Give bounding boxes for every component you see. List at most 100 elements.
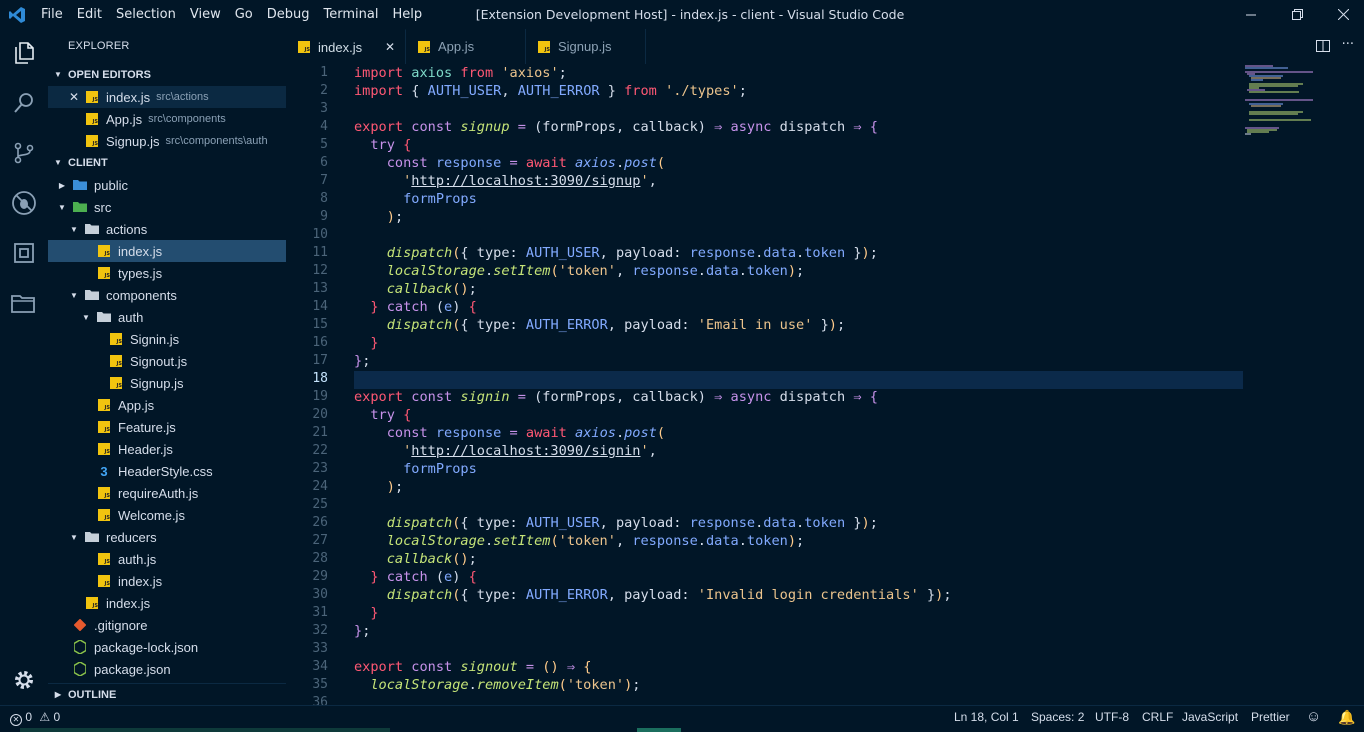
tree-file[interactable]: index.js (48, 592, 286, 614)
code-editor[interactable]: 1 2 3 4 5 6 7 8 9 10 11 12 13 14 15 16 17 18 19 20 21 22 23 24 2… (286, 64, 1364, 705)
open-editor-path: src\actions (156, 91, 209, 103)
tree-file[interactable]: Signup.js (48, 372, 286, 394)
tree-file[interactable]: types.js (48, 262, 286, 284)
menu-go[interactable]: Go (228, 0, 260, 29)
gear-icon (15, 671, 33, 689)
line-ending[interactable]: CRLF (1142, 706, 1173, 728)
search-icon (14, 93, 33, 113)
tree-file[interactable]: 3 HeaderStyle.css (48, 460, 286, 482)
extensions-activity[interactable] (0, 229, 48, 277)
source-control-activity[interactable] (0, 129, 48, 177)
tree-file[interactable]: .gitignore (48, 614, 286, 636)
open-editors-section[interactable]: ▼ OPEN EDITORS (48, 64, 286, 86)
tree-file[interactable]: App.js (48, 394, 286, 416)
vertical-scrollbar[interactable] (1354, 64, 1364, 705)
code-line: export const signout = () ⇒ { (354, 659, 592, 675)
search-activity[interactable] (0, 79, 48, 127)
code-line: formProps (403, 461, 477, 477)
minimize-icon (1246, 14, 1256, 15)
line-number: 18 (312, 371, 328, 386)
js-file-icon (108, 375, 124, 391)
feedback-smiley-icon[interactable]: ☺ (1306, 706, 1321, 728)
settings-activity[interactable] (0, 656, 48, 704)
tree-file[interactable]: package-lock.json (48, 636, 286, 658)
line-number: 7 (320, 173, 328, 188)
tree-file[interactable]: package.json (48, 658, 286, 680)
tab-signup-js[interactable]: Signup.js (526, 29, 646, 64)
tab-label: Signup.js (558, 39, 612, 54)
tree-item-label: auth.js (118, 551, 157, 567)
code-line: try { (370, 407, 412, 423)
problems-indicator[interactable]: ✕ 0 ⚠ 0 (10, 706, 60, 728)
open-editor-item[interactable]: Signup.js src\components\auth (48, 130, 286, 152)
tree-file[interactable]: Signout.js (48, 350, 286, 372)
menu-terminal[interactable]: Terminal (317, 0, 386, 29)
js-file-icon (96, 419, 112, 435)
minimap[interactable] (1243, 64, 1343, 164)
open-editor-name: App.js (106, 111, 143, 127)
open-editor-name: Signup.js (106, 133, 160, 149)
editor-tabs: index.js ✕ App.js Signup.js ··· (286, 29, 1364, 64)
tree-file[interactable]: index.js (48, 570, 286, 592)
menu-selection[interactable]: Selection (109, 0, 183, 29)
tree-file[interactable]: Header.js (48, 438, 286, 460)
tree-file[interactable]: Signin.js (48, 328, 286, 350)
js-file-icon (96, 551, 112, 567)
line-number: 26 (312, 515, 328, 530)
menu-view[interactable]: View (183, 0, 228, 29)
encoding[interactable]: UTF-8 (1095, 706, 1129, 728)
open-editor-item[interactable]: ✕ index.js src\actions (48, 86, 286, 108)
tree-item-label: public (94, 177, 128, 193)
tab-index-js[interactable]: index.js ✕ (286, 29, 406, 64)
tree-file[interactable]: auth.js (48, 548, 286, 570)
debug-activity[interactable] (0, 179, 48, 227)
tree-item-label: auth (118, 309, 144, 325)
tree-item-label: requireAuth.js (118, 485, 199, 501)
tree-folder[interactable]: ▼ auth (48, 306, 286, 328)
tree-folder[interactable]: ▼ actions (48, 218, 286, 240)
warning-icon: ⚠ (39, 710, 51, 724)
more-actions-icon[interactable]: ··· (1342, 37, 1354, 52)
split-editor-button[interactable] (1316, 39, 1330, 57)
indentation[interactable]: Spaces: 2 (1031, 706, 1084, 728)
tree-item-label: components (106, 287, 177, 303)
minimize-button[interactable] (1228, 0, 1274, 29)
open-editor-item[interactable]: App.js src\components (48, 108, 286, 130)
restore-button[interactable] (1274, 0, 1320, 29)
code-line: }; (354, 623, 371, 639)
tree-folder[interactable]: ▼ components (48, 284, 286, 306)
tree-file[interactable]: Feature.js (48, 416, 286, 438)
tree-folder[interactable]: ▼ src (48, 196, 286, 218)
code-line: }; (354, 353, 371, 369)
code-line: formProps (403, 191, 477, 207)
cursor-position[interactable]: Ln 18, Col 1 (954, 706, 1019, 728)
menu-debug[interactable]: Debug (260, 0, 317, 29)
tree-file[interactable]: index.js (48, 240, 286, 262)
folder-activity[interactable] (0, 279, 48, 327)
tab-app-js[interactable]: App.js (406, 29, 526, 64)
window-title: [Extension Development Host] - index.js … (475, 7, 905, 22)
close-window-button[interactable] (1320, 0, 1364, 29)
menu-help[interactable]: Help (385, 0, 429, 29)
tree-folder[interactable]: ▶ public (48, 174, 286, 196)
menu-edit[interactable]: Edit (70, 0, 109, 29)
tree-file[interactable]: requireAuth.js (48, 482, 286, 504)
tree-folder[interactable]: ▼ reducers (48, 526, 286, 548)
status-bar: ✕ 0 ⚠ 0 Ln 18, Col 1 Spaces: 2 UTF-8 CRL… (0, 705, 1364, 727)
menu-file[interactable]: File (34, 0, 70, 29)
tab-label: App.js (438, 39, 475, 54)
outline-section[interactable]: ▶ OUTLINE (48, 683, 286, 705)
language-mode[interactable]: JavaScript (1182, 706, 1238, 728)
project-section[interactable]: ▼ CLIENT (48, 152, 286, 174)
split-editor-icon (1316, 40, 1330, 52)
explorer-activity[interactable] (0, 29, 48, 77)
tree-file[interactable]: Welcome.js (48, 504, 286, 526)
explorer-header: EXPLORER (68, 40, 130, 52)
close-icon[interactable]: ✕ (66, 90, 82, 104)
line-number: 2 (320, 83, 328, 98)
prettier-status[interactable]: Prettier (1251, 706, 1290, 728)
line-number: 9 (320, 209, 328, 224)
notifications-bell-icon[interactable]: 🔔 (1338, 706, 1355, 728)
tree-item-label: Signout.js (130, 353, 188, 369)
close-icon[interactable]: ✕ (385, 40, 395, 54)
